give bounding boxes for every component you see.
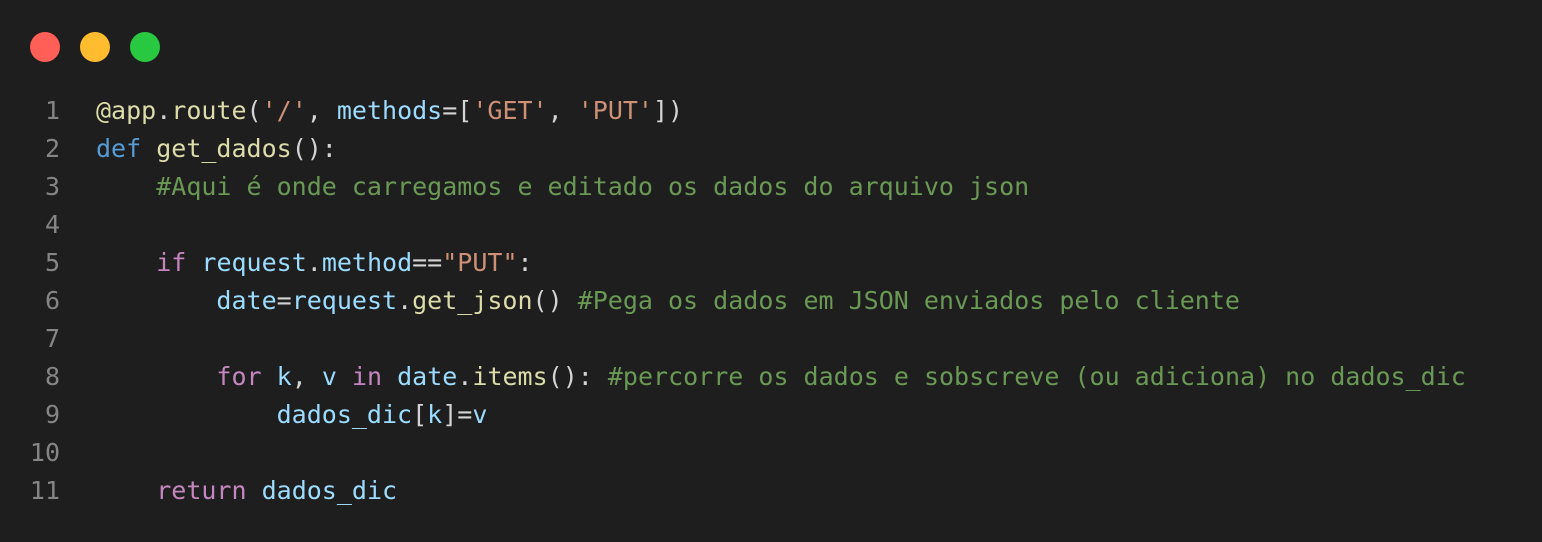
code-token: #Pega os dados em JSON enviados pelo cli… bbox=[577, 286, 1240, 315]
code-text: for k, v in date.items(): #percorre os d… bbox=[96, 358, 1466, 396]
line-number: 4 bbox=[44, 210, 60, 239]
line-number: 3 bbox=[44, 172, 60, 201]
code-token: k bbox=[276, 362, 292, 391]
line-number: 9 bbox=[44, 400, 60, 429]
code-token: ]= bbox=[442, 400, 473, 429]
code-token: dados_dic bbox=[261, 476, 398, 505]
line-number: 5 bbox=[44, 248, 60, 277]
code-token: 'PUT' bbox=[577, 96, 653, 125]
line-number: 2 bbox=[44, 134, 60, 163]
code-token: date bbox=[216, 286, 277, 315]
code-token: route bbox=[171, 96, 247, 125]
code-token: =[ bbox=[442, 96, 473, 125]
code-token: for bbox=[216, 362, 262, 391]
code-token: . bbox=[306, 248, 322, 277]
code-token: : bbox=[517, 248, 533, 277]
code-token: methods bbox=[336, 96, 443, 125]
code-token: (): bbox=[547, 362, 608, 391]
line-number: 7 bbox=[44, 324, 60, 353]
code-text: return dados_dic bbox=[96, 472, 397, 510]
code-line: 8 for k, v in date.items(): #percorre os… bbox=[0, 358, 1466, 396]
code-token: . bbox=[397, 286, 413, 315]
window-controls bbox=[30, 32, 160, 62]
code-token: , bbox=[547, 96, 578, 125]
code-token: in bbox=[351, 362, 383, 391]
code-token: , bbox=[306, 96, 337, 125]
code-token: def bbox=[96, 134, 142, 163]
code-token: method bbox=[321, 248, 413, 277]
code-line: 3 #Aqui é onde carregamos e editado os d… bbox=[0, 168, 1466, 206]
code-token: return bbox=[156, 476, 247, 505]
code-token: 'GET' bbox=[472, 96, 548, 125]
code-text: dados_dic[k]=v bbox=[96, 396, 488, 434]
code-line: 4 bbox=[0, 206, 1466, 244]
code-text: if request.method=="PUT": bbox=[96, 244, 533, 282]
code-line: 11 return dados_dic bbox=[0, 472, 1466, 510]
line-number: 6 bbox=[44, 286, 60, 315]
code-token: [ bbox=[412, 400, 428, 429]
code-token: date bbox=[397, 362, 458, 391]
code-window: 1 @app.route('/', methods=['GET', 'PUT'])… bbox=[0, 0, 1542, 542]
minimize-button[interactable] bbox=[80, 32, 110, 62]
code-token: ]) bbox=[652, 96, 684, 125]
code-line: 7 bbox=[0, 320, 1466, 358]
code-token: @app bbox=[96, 96, 157, 125]
code-token: '/' bbox=[261, 96, 307, 125]
code-token: request bbox=[201, 248, 307, 277]
code-text: #Aqui é onde carregamos e editado os dad… bbox=[96, 168, 1029, 206]
line-number: 11 bbox=[29, 476, 60, 505]
code-token: () bbox=[532, 286, 578, 315]
code-token: , bbox=[291, 362, 322, 391]
code-line: 6 date=request.get_json() #Pega os dados… bbox=[0, 282, 1466, 320]
code-block[interactable]: 1 @app.route('/', methods=['GET', 'PUT'])… bbox=[0, 92, 1466, 510]
code-token: . bbox=[457, 362, 473, 391]
code-token: #Aqui é onde carregamos e editado os dad… bbox=[156, 172, 1030, 201]
code-token: "PUT" bbox=[442, 248, 518, 277]
code-token: v bbox=[472, 400, 488, 429]
code-token: == bbox=[412, 248, 443, 277]
code-line: 2 def get_dados(): bbox=[0, 130, 1466, 168]
code-token: request bbox=[291, 286, 398, 315]
code-token: dados_dic bbox=[276, 400, 413, 429]
code-text: def get_dados(): bbox=[96, 130, 337, 168]
code-token: k bbox=[427, 400, 443, 429]
code-token: v bbox=[321, 362, 337, 391]
code-line: 1 @app.route('/', methods=['GET', 'PUT']) bbox=[0, 92, 1466, 130]
line-number: 8 bbox=[44, 362, 60, 391]
code-token: get_json bbox=[412, 286, 533, 315]
code-token: = bbox=[276, 286, 292, 315]
code-line: 5 if request.method=="PUT": bbox=[0, 244, 1466, 282]
code-token: get_dados bbox=[156, 134, 292, 163]
line-number: 10 bbox=[29, 438, 60, 467]
code-token: #percorre os dados e sobscreve (ou adici… bbox=[607, 362, 1466, 391]
close-button[interactable] bbox=[30, 32, 60, 62]
code-token: if bbox=[156, 248, 187, 277]
line-number: 1 bbox=[44, 96, 60, 125]
code-line: 10 bbox=[0, 434, 1466, 472]
code-token: ( bbox=[246, 96, 262, 125]
code-text: @app.route('/', methods=['GET', 'PUT']) bbox=[96, 92, 683, 130]
code-line: 9 dados_dic[k]=v bbox=[0, 396, 1466, 434]
maximize-button[interactable] bbox=[130, 32, 160, 62]
code-token: (): bbox=[291, 134, 337, 163]
code-token: items bbox=[472, 362, 548, 391]
code-text: date=request.get_json() #Pega os dados e… bbox=[96, 282, 1240, 320]
code-token: . bbox=[156, 96, 172, 125]
